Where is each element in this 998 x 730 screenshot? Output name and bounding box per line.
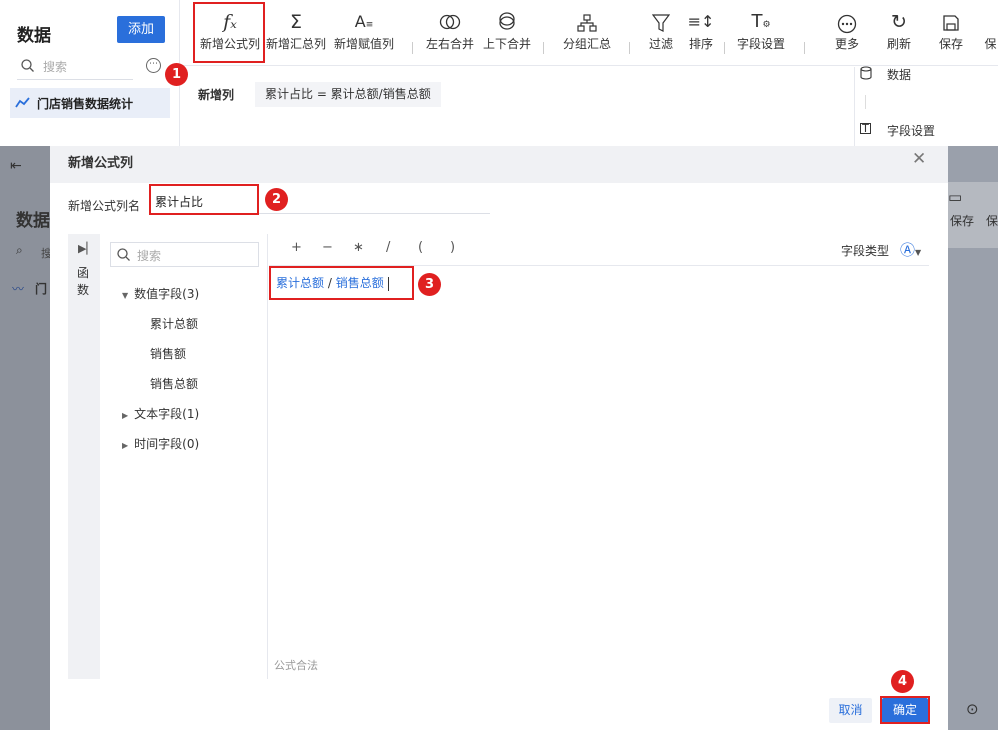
tree-field[interactable]: 销售总额	[150, 375, 198, 392]
column-name-label: 新增公式列名	[68, 199, 141, 213]
tree-field[interactable]: 累计总额	[150, 315, 198, 332]
toolbar-refresh[interactable]: ↻ 刷新	[881, 8, 917, 60]
search-icon	[21, 59, 34, 72]
overlay-sidebar-title: 数据	[16, 211, 50, 231]
expand-arrow-icon: ▶▏	[78, 242, 95, 255]
save-icon: ▭	[948, 188, 963, 206]
function-tab[interactable]: ▶▏ 函 数	[68, 234, 100, 679]
sidebar-search-input[interactable]: 搜索	[17, 54, 133, 80]
formula-status: 公式合法	[274, 659, 318, 672]
new-column-formula[interactable]: 累计占比 = 累计总额/销售总额	[255, 82, 441, 107]
tree-group-numeric[interactable]: ▼ 数值字段(3)	[122, 285, 199, 302]
sigma-icon: Σ	[289, 11, 302, 33]
toolbar-new-assign-column[interactable]: A≡ 新增赋值列	[332, 8, 396, 60]
toolbar-field-settings[interactable]: T⚙ 字段设置	[733, 8, 789, 60]
operator-divide[interactable]: /	[386, 240, 390, 255]
sort-icon: ≡↕	[687, 12, 715, 31]
toolbar-more[interactable]: 更多	[829, 8, 865, 60]
formula-editor-toolbar: + − ∗ / ( ) 字段类型 Ⓐ▼	[269, 234, 929, 266]
field-type-label: 字段类型	[841, 244, 890, 258]
annotation-box-1	[193, 2, 265, 63]
new-formula-column-dialog: 新增公式列 ✕ 新增公式列名 ▶▏ 函 数 搜索 ▼数值字段(3) 累计总额 销…	[50, 146, 948, 730]
collapse-icon: ⇤	[10, 158, 22, 174]
operator-minus[interactable]: −	[322, 240, 333, 255]
toolbar-save[interactable]: 保存	[933, 8, 969, 60]
toolbar-merge-left-right[interactable]: 左右合并	[424, 8, 476, 60]
caret-right-icon: ▶	[122, 441, 129, 450]
field-panel: 搜索 ▼ 数值字段(3) 累计总额 销售额 销售总额 ▶ 文本字段(1) ▶ 时间字段…	[100, 234, 268, 679]
search-icon	[117, 248, 130, 261]
annotation-box-4	[880, 696, 930, 724]
sidebar-item-label: 门店销售数据统计	[37, 97, 134, 111]
annotation-badge-1: 1	[165, 63, 188, 86]
text-field-icon: T	[860, 123, 871, 134]
new-column-label: 新增列	[198, 88, 235, 102]
merge-ud-icon	[499, 12, 515, 30]
operator-plus[interactable]: +	[291, 240, 302, 255]
operator-multiply[interactable]: ∗	[353, 240, 364, 255]
dialog-header: 新增公式列 ✕	[50, 146, 948, 183]
sidebar-title: 数据	[17, 26, 51, 46]
filter-icon	[652, 14, 670, 32]
annotation-badge-2: 2	[265, 188, 288, 211]
toolbar-group-summary[interactable]: 分组汇总	[561, 8, 613, 60]
search-placeholder: 搜索	[43, 60, 68, 74]
toolbar-merge-up-down[interactable]: 上下合并	[481, 8, 533, 60]
overlay-sidebar: ⇤ 数据 ⌕ 搜 〰 门	[0, 146, 52, 730]
toolbar-save-truncated[interactable]: 保	[983, 8, 998, 60]
field-type-dropdown-icon[interactable]: Ⓐ▼	[900, 239, 921, 260]
overlay-trend-icon: 〰	[12, 282, 25, 296]
annotation-box-2	[149, 184, 259, 215]
toolbar: 𝑓ₓ 新增公式列 Σ 新增汇总列 A≡ 新增赋值列 左右合并 上下合并 分组汇总…	[181, 0, 998, 66]
operator-close-paren[interactable]: )	[450, 240, 455, 255]
merge-lr-icon	[439, 14, 461, 30]
save-icon	[943, 15, 959, 31]
assign-icon: A≡	[354, 12, 374, 31]
tree-group-time[interactable]: ▶ 时间字段(0)	[122, 435, 199, 452]
right-panel: 数据 T 字段设置	[854, 66, 998, 146]
caret-down-icon: ▼	[122, 291, 129, 300]
database-icon	[860, 66, 872, 80]
trend-line-icon	[15, 97, 30, 108]
overlay-sidebar-item: 门	[35, 282, 48, 296]
right-panel-data[interactable]: 数据	[887, 66, 911, 83]
refresh-icon: ↻	[891, 11, 907, 33]
overlay-toolbar-fragment: ▭ 保存 保	[948, 182, 998, 248]
operator-open-paren[interactable]: (	[418, 240, 423, 255]
save-icon	[983, 8, 998, 36]
right-panel-field-settings[interactable]: 字段设置	[887, 122, 935, 139]
add-button[interactable]: 添加	[117, 16, 165, 43]
tree-field[interactable]: 销售额	[150, 345, 186, 362]
cancel-button[interactable]: 取消	[829, 698, 872, 723]
more-options-icon[interactable]: ⋯	[146, 58, 161, 73]
caret-right-icon: ▶	[122, 411, 129, 420]
close-icon[interactable]: ✕	[912, 149, 926, 169]
dialog-title: 新增公式列	[68, 156, 134, 171]
tree-group-text[interactable]: ▶ 文本字段(1)	[122, 405, 199, 422]
data-sidebar: 数据 添加 搜索 ⋯ 门店销售数据统计	[0, 0, 180, 146]
field-search-input[interactable]: 搜索	[110, 242, 259, 267]
toolbar-new-summary-column[interactable]: Σ 新增汇总列	[264, 8, 328, 60]
annotation-box-3	[269, 266, 414, 300]
sidebar-item-table[interactable]: 门店销售数据统计	[10, 88, 170, 118]
toolbar-sort[interactable]: ≡↕ 排序	[683, 8, 719, 60]
group-icon	[577, 14, 597, 32]
overlay-search-icon: ⌕	[16, 243, 23, 257]
more-icon	[837, 14, 857, 34]
new-column-bar: 新增列 累计占比 = 累计总额/销售总额	[181, 67, 854, 146]
field-settings-icon: T⚙	[751, 11, 771, 32]
annotation-badge-4: 4	[891, 670, 914, 693]
annotation-badge-3: 3	[418, 273, 441, 296]
toolbar-filter[interactable]: 过滤	[643, 8, 679, 60]
scroll-up-icon[interactable]: ⊙	[966, 700, 979, 718]
